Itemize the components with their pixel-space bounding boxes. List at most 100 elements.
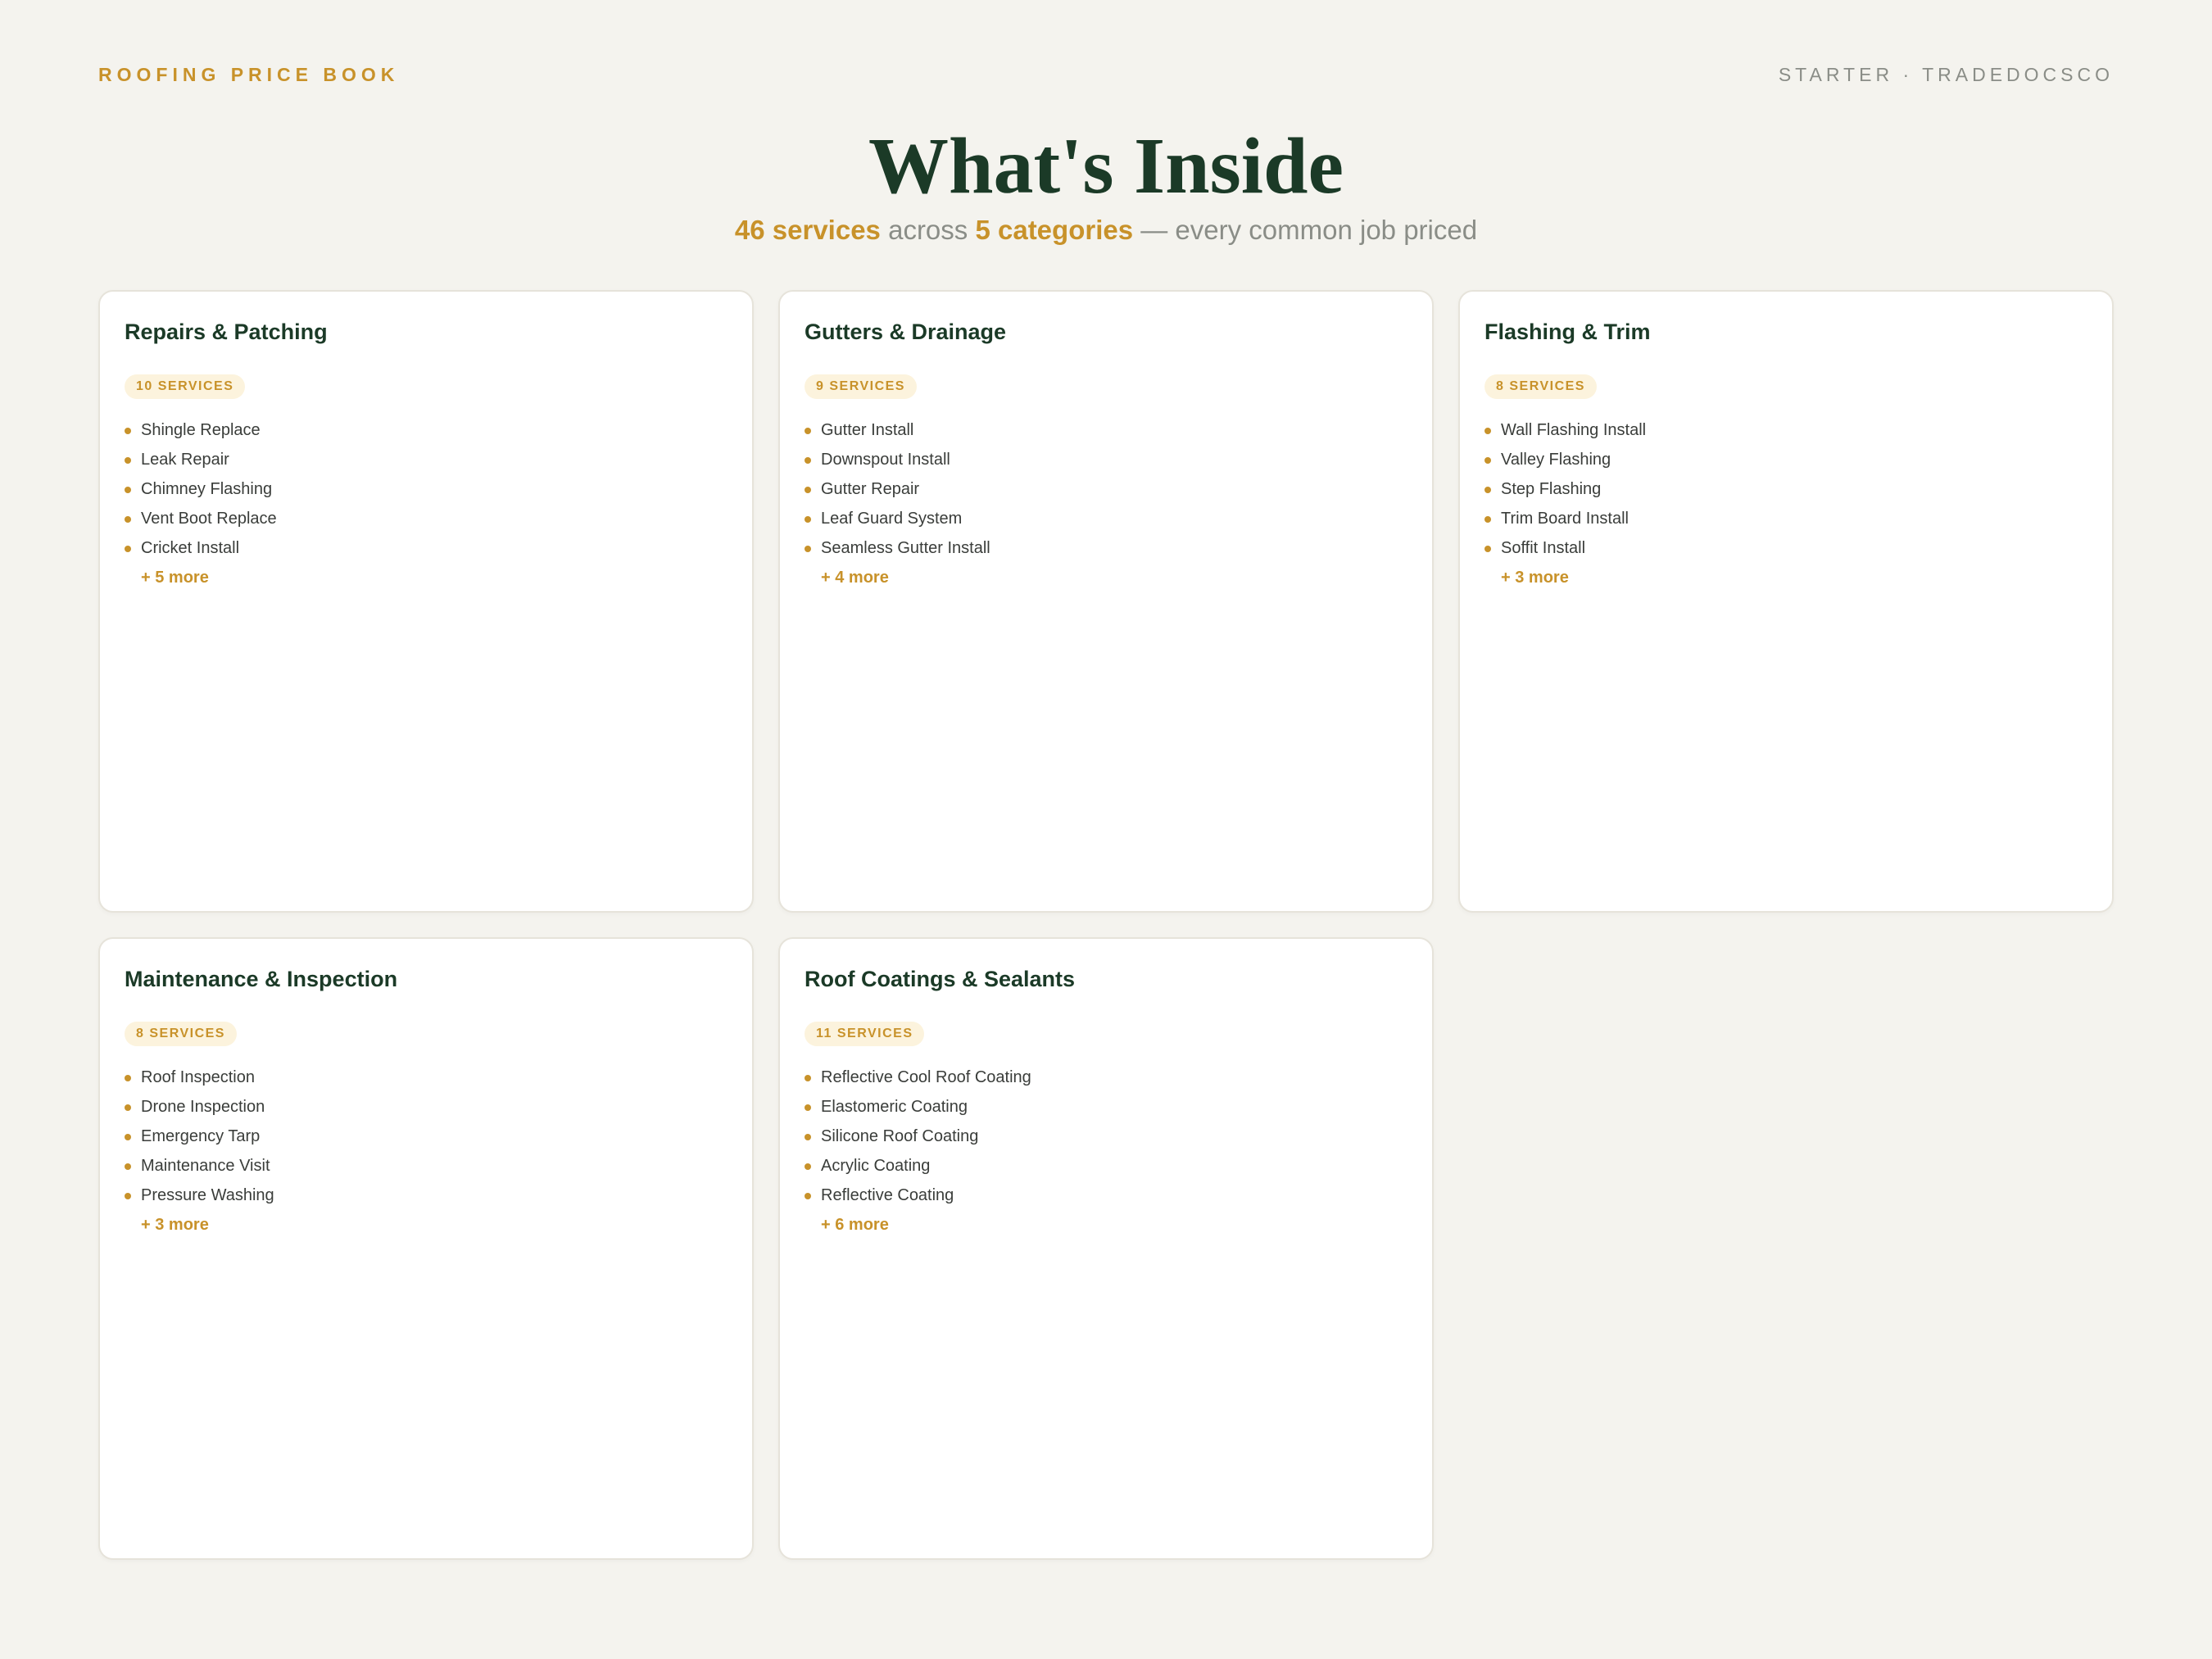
- top-bar: ROOFING PRICE BOOK STARTER · TRADEDOCSCO: [98, 64, 2114, 86]
- bullet-icon: [805, 1163, 811, 1170]
- service-name: Chimney Flashing: [141, 480, 273, 498]
- service-name: Wall Flashing Install: [1501, 421, 1647, 439]
- service-list: Shingle Replace Leak Repair Chimney Flas…: [125, 415, 728, 563]
- service-name: Maintenance Visit: [141, 1157, 270, 1175]
- service-name: Reflective Cool Roof Coating: [821, 1068, 1031, 1086]
- service-name: Vent Boot Replace: [141, 510, 277, 528]
- service-list: Wall Flashing Install Valley Flashing St…: [1484, 415, 2087, 563]
- bullet-icon: [1484, 428, 1491, 434]
- service-name: Trim Board Install: [1501, 510, 1629, 528]
- category-card-gutters: Gutters & Drainage 9 SERVICES Gutter Ins…: [778, 290, 1434, 913]
- edition-label: STARTER · TRADEDOCSCO: [1778, 64, 2114, 85]
- bullet-icon: [125, 457, 131, 464]
- service-name: Gutter Repair: [821, 480, 920, 498]
- list-item: Reflective Cool Roof Coating: [805, 1063, 1407, 1092]
- subtitle-across: across: [888, 215, 968, 245]
- service-name: Acrylic Coating: [821, 1157, 931, 1175]
- more-link: + 3 more: [1501, 569, 1569, 587]
- service-list: Reflective Cool Roof Coating Elastomeric…: [805, 1063, 1407, 1210]
- service-name: Emergency Tarp: [141, 1127, 261, 1145]
- list-item: Pressure Washing: [125, 1181, 728, 1210]
- list-item: Wall Flashing Install: [1484, 415, 2087, 445]
- list-item: Shingle Replace: [125, 415, 728, 445]
- category-card-coatings: Roof Coatings & Sealants 11 SERVICES Ref…: [778, 937, 1434, 1560]
- list-item: Drone Inspection: [125, 1092, 728, 1122]
- bullet-icon: [125, 1104, 131, 1111]
- list-item: Gutter Repair: [805, 474, 1407, 504]
- service-name: Leak Repair: [141, 451, 229, 469]
- bullet-icon: [125, 546, 131, 552]
- services-badge: 9 SERVICES: [805, 374, 917, 399]
- services-badge: 10 SERVICES: [125, 374, 246, 399]
- more-link: + 3 more: [141, 1216, 209, 1234]
- bullet-icon: [805, 487, 811, 493]
- service-name: Gutter Install: [821, 421, 914, 439]
- bullet-icon: [125, 1075, 131, 1081]
- bullet-icon: [125, 1163, 131, 1170]
- list-item: Downspout Install: [805, 445, 1407, 474]
- list-item: Emergency Tarp: [125, 1122, 728, 1151]
- page: ROOFING PRICE BOOK STARTER · TRADEDOCSCO…: [0, 0, 2212, 1659]
- service-list: Gutter Install Downspout Install Gutter …: [805, 415, 1407, 563]
- bullet-icon: [125, 487, 131, 493]
- category-title: Gutters & Drainage: [805, 320, 1007, 344]
- service-name: Reflective Coating: [821, 1186, 954, 1204]
- subtitle-tagline: — every common job priced: [1140, 215, 1478, 245]
- list-item: Seamless Gutter Install: [805, 533, 1407, 563]
- category-card-repairs: Repairs & Patching 10 SERVICES Shingle R…: [98, 290, 754, 913]
- service-name: Soffit Install: [1501, 539, 1586, 557]
- service-name: Cricket Install: [141, 539, 240, 557]
- bullet-icon: [1484, 516, 1491, 523]
- bullet-icon: [125, 428, 131, 434]
- list-item: Leak Repair: [125, 445, 728, 474]
- categories-count: 5 categories: [975, 215, 1134, 245]
- category-card-flashing: Flashing & Trim 8 SERVICES Wall Flashing…: [1458, 290, 2114, 913]
- list-item: Elastomeric Coating: [805, 1092, 1407, 1122]
- more-link: + 5 more: [141, 569, 209, 587]
- list-item: Silicone Roof Coating: [805, 1122, 1407, 1151]
- page-title: What's Inside: [868, 122, 1344, 211]
- service-name: Shingle Replace: [141, 421, 261, 439]
- bullet-icon: [805, 1193, 811, 1199]
- service-name: Valley Flashing: [1501, 451, 1611, 469]
- list-item: Acrylic Coating: [805, 1151, 1407, 1181]
- services-badge: 8 SERVICES: [125, 1022, 237, 1046]
- list-item: Reflective Coating: [805, 1181, 1407, 1210]
- bullet-icon: [805, 428, 811, 434]
- service-name: Silicone Roof Coating: [821, 1127, 979, 1145]
- bullet-icon: [1484, 546, 1491, 552]
- services-badge: 8 SERVICES: [1484, 374, 1597, 399]
- category-title: Flashing & Trim: [1484, 320, 1651, 344]
- bullet-icon: [125, 516, 131, 523]
- category-title: Roof Coatings & Sealants: [805, 967, 1076, 991]
- list-item: Soffit Install: [1484, 533, 2087, 563]
- bullet-icon: [125, 1134, 131, 1140]
- bullet-icon: [1484, 487, 1491, 493]
- bullet-icon: [1484, 457, 1491, 464]
- service-name: Elastomeric Coating: [821, 1098, 968, 1116]
- service-name: Downspout Install: [821, 451, 950, 469]
- service-name: Seamless Gutter Install: [821, 539, 990, 557]
- more-link: + 4 more: [821, 569, 889, 587]
- service-list: Roof Inspection Drone Inspection Emergen…: [125, 1063, 728, 1210]
- service-name: Roof Inspection: [141, 1068, 255, 1086]
- brand-label: ROOFING PRICE BOOK: [98, 64, 400, 85]
- list-item: Gutter Install: [805, 415, 1407, 445]
- list-item: Step Flashing: [1484, 474, 2087, 504]
- list-item: Cricket Install: [125, 533, 728, 563]
- service-name: Pressure Washing: [141, 1186, 274, 1204]
- bullet-icon: [805, 1104, 811, 1111]
- list-item: Valley Flashing: [1484, 445, 2087, 474]
- page-subtitle: 46 services across 5 categories — every …: [0, 215, 2212, 246]
- category-grid: Repairs & Patching 10 SERVICES Shingle R…: [98, 290, 2114, 1560]
- bullet-icon: [125, 1193, 131, 1199]
- service-name: Drone Inspection: [141, 1098, 265, 1116]
- category-title: Maintenance & Inspection: [125, 967, 398, 991]
- service-name: Leaf Guard System: [821, 510, 963, 528]
- list-item: Maintenance Visit: [125, 1151, 728, 1181]
- bullet-icon: [805, 1134, 811, 1140]
- services-badge: 11 SERVICES: [805, 1022, 925, 1046]
- bullet-icon: [805, 516, 811, 523]
- list-item: Leaf Guard System: [805, 504, 1407, 533]
- bullet-icon: [805, 457, 811, 464]
